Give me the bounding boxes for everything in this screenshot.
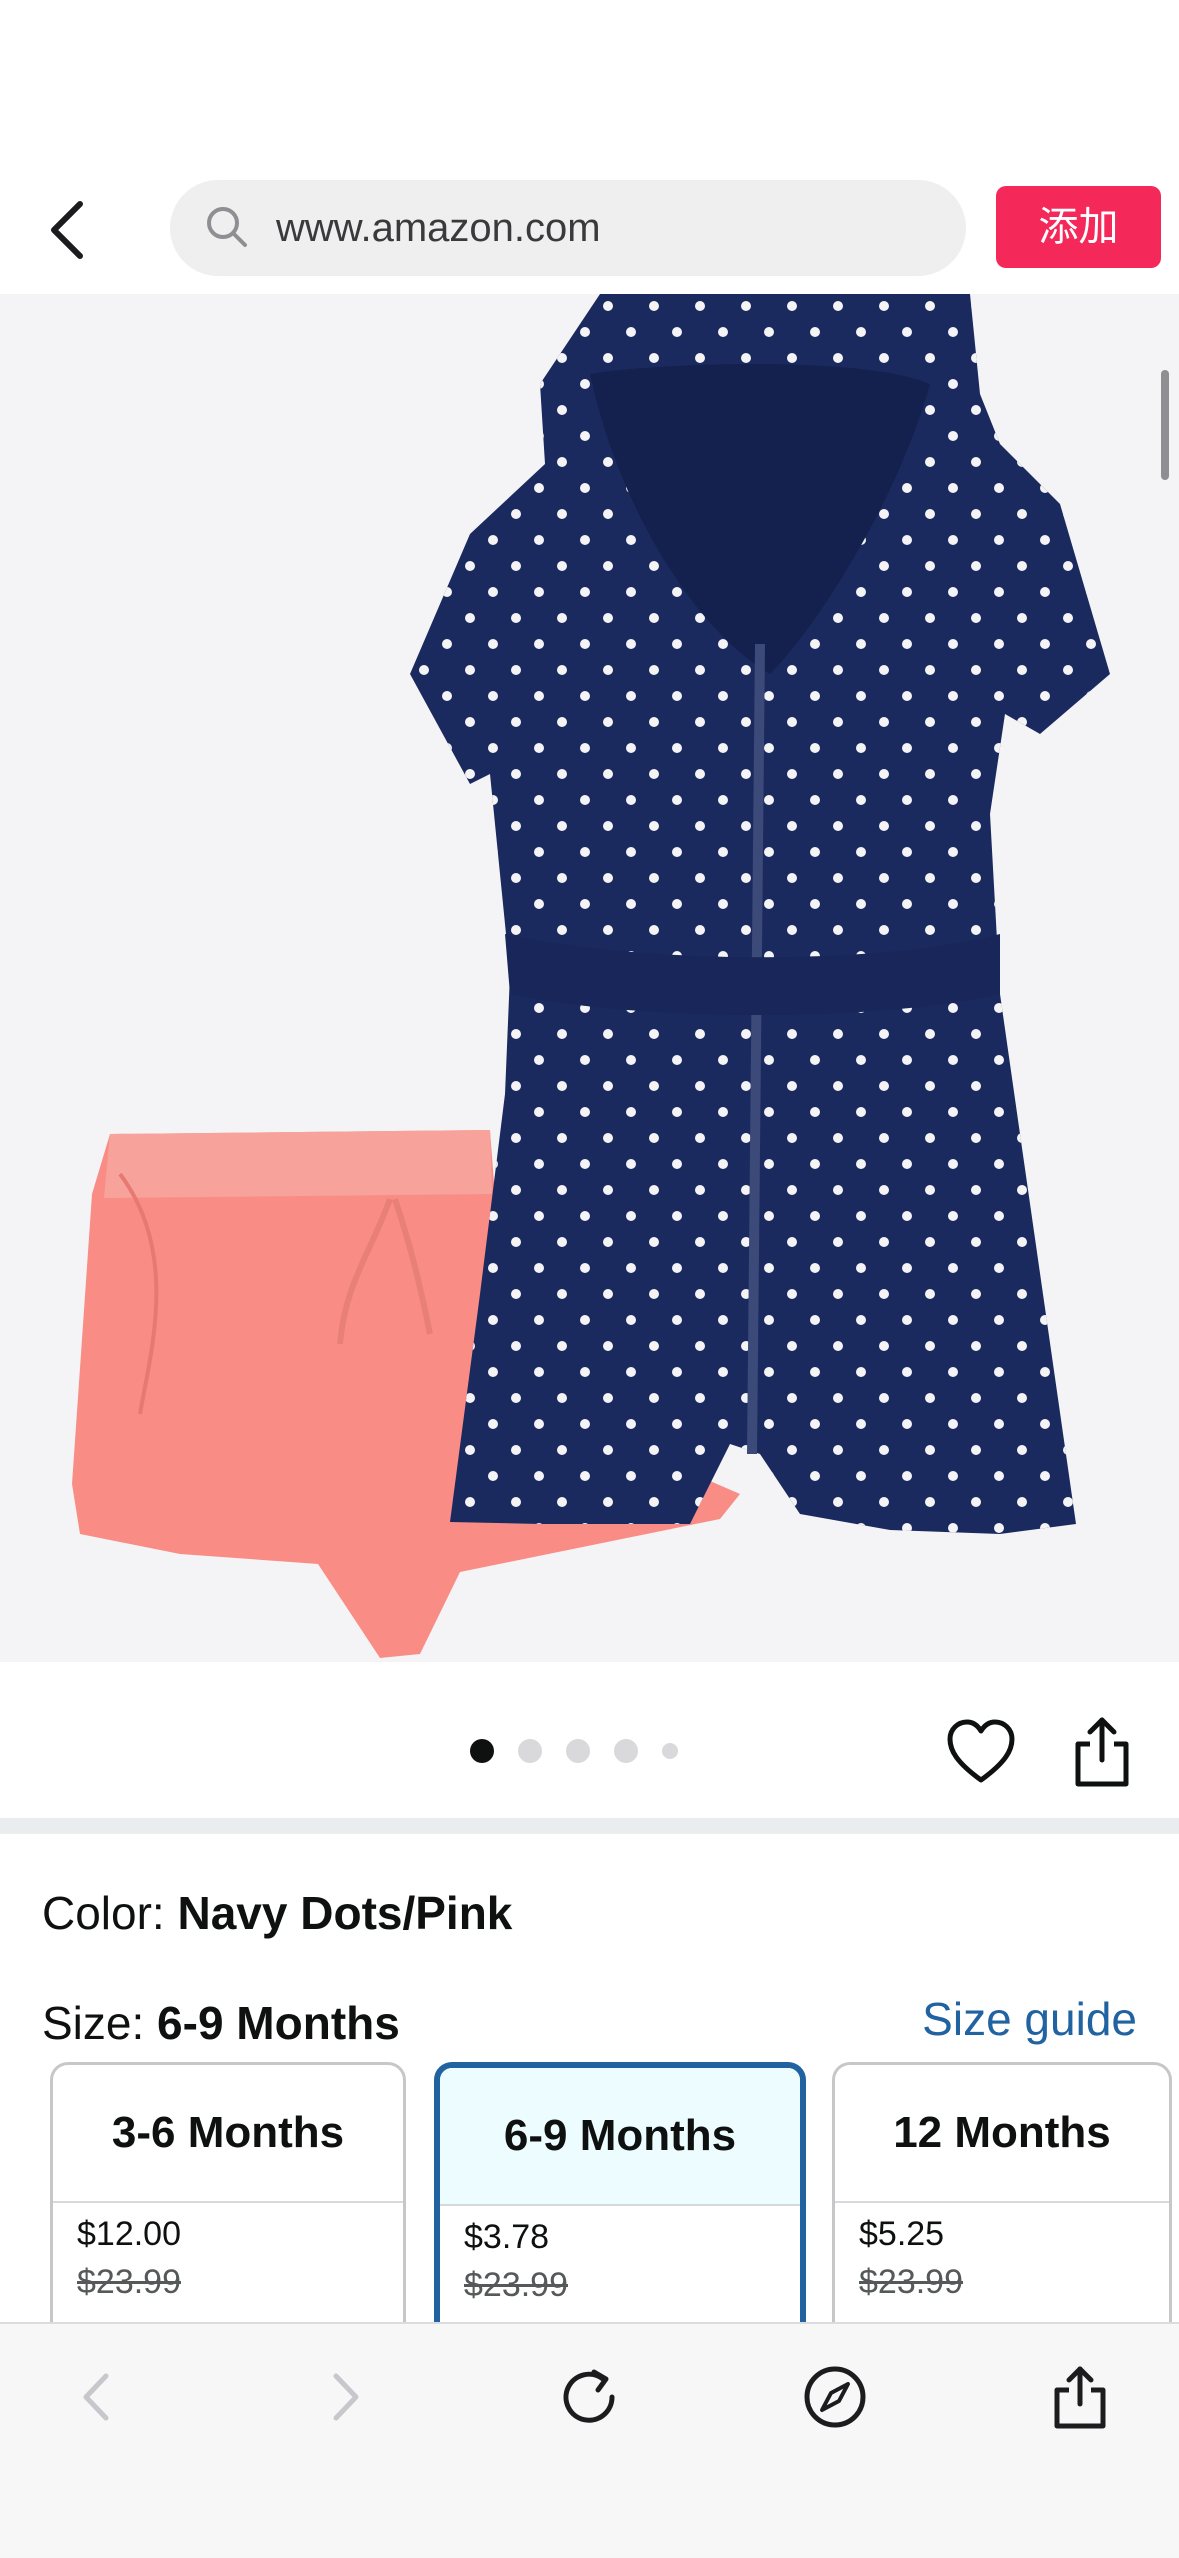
toolbar-forward-button[interactable] [310,2362,380,2432]
size-guide-link[interactable]: Size guide [922,1992,1137,2046]
image-carousel-dots[interactable] [470,1736,678,1766]
size-option-price: $12.00 [77,2215,181,2253]
browser-top-bar: www.amazon.com 添加 [0,0,1179,294]
color-selection: Color: Navy Dots/Pink [42,1886,512,1940]
toolbar-reload-button[interactable] [554,2362,624,2432]
carousel-dot[interactable] [566,1739,590,1763]
size-option-list-price: $23.99 [859,2263,963,2301]
size-option-price: $5.25 [859,2215,945,2253]
navy-romper [410,294,1110,1534]
section-divider [0,1818,1179,1834]
size-label: Size: [42,1997,145,2049]
share-icon [1075,1717,1129,1787]
toolbar-compass-button[interactable] [800,2362,870,2432]
reload-icon [563,2369,615,2423]
wishlist-button[interactable] [946,1718,1016,1788]
compass-icon [804,2366,866,2428]
back-button[interactable] [40,190,100,270]
size-option-price: $3.78 [464,2218,550,2256]
size-option-label: 3-6 Months [53,2065,403,2203]
search-icon [207,207,247,247]
color-value: Navy Dots/Pink [177,1887,513,1939]
size-option-label: 6-9 Months [440,2068,800,2206]
size-selection: Size: 6-9 Months [42,1996,400,2050]
share-icon [1054,2366,1106,2429]
address-url: www.amazon.com [276,206,601,250]
carousel-dot[interactable] [470,1739,494,1763]
carousel-dot[interactable] [662,1743,678,1759]
chevron-left-icon [51,201,83,259]
address-bar[interactable]: www.amazon.com [170,180,966,276]
size-value: 6-9 Months [157,1997,400,2049]
toolbar-share-button[interactable] [1045,2362,1115,2432]
carousel-dot[interactable] [518,1739,542,1763]
heart-icon [947,1719,1015,1783]
add-button[interactable]: 添加 [996,186,1161,268]
share-button[interactable] [1070,1714,1134,1790]
toolbar-back-button[interactable] [62,2362,132,2432]
forward-icon [333,2373,359,2421]
page-scrollbar[interactable] [1161,370,1169,480]
product-photo [72,294,1110,1658]
product-image[interactable] [0,294,1179,1662]
carousel-dot[interactable] [614,1739,638,1763]
back-icon [83,2373,109,2421]
size-option-label: 12 Months [835,2065,1169,2203]
browser-bottom-toolbar [0,2322,1179,2558]
color-label: Color: [42,1887,165,1939]
size-option-list-price: $23.99 [464,2266,568,2304]
size-option-list-price: $23.99 [77,2263,181,2301]
